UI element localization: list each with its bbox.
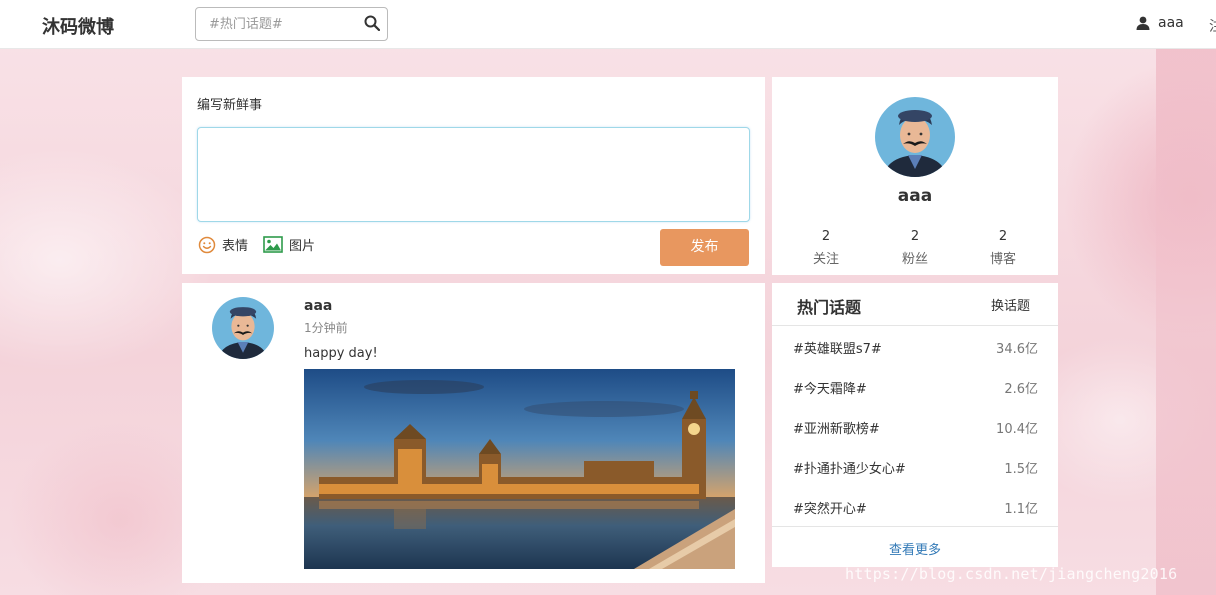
post-image[interactable] [304, 369, 735, 569]
topic-item[interactable]: #亚洲新歌榜# 10.4亿 [772, 406, 1058, 446]
topic-item[interactable]: #突然开心# 1.1亿 [772, 486, 1058, 526]
post-author[interactable]: aaa [304, 298, 332, 314]
stat-count: 2 [821, 229, 831, 244]
topic-name[interactable]: #今天霜降# [793, 378, 867, 397]
stat-label: 博客 [989, 252, 1016, 267]
view-more-link[interactable]: 查看更多 [772, 539, 1058, 558]
post-composer: 编写新鲜事 表情 图片 发布 [182, 77, 765, 274]
city-landmark-photo [304, 369, 735, 569]
search-icon[interactable] [364, 15, 380, 31]
stat-following[interactable]: 2 关注 [796, 229, 856, 267]
picture-icon [263, 236, 283, 253]
stat-label: 关注 [812, 252, 839, 267]
profile-card: aaa 2 关注 2 粉丝 2 博客 [772, 77, 1058, 275]
image-label: 图片 [289, 239, 316, 254]
switch-topics-link[interactable]: 换话题 [991, 295, 1030, 314]
topic-count: 1.1亿 [1004, 502, 1038, 517]
profile-avatar[interactable] [875, 97, 955, 177]
stat-count: 2 [910, 229, 920, 244]
topic-name[interactable]: #扑通扑通少女心# [793, 458, 906, 477]
topic-item[interactable]: #今天霜降# 2.6亿 [772, 366, 1058, 406]
topic-name[interactable]: #突然开心# [793, 498, 867, 517]
avatar-image [875, 97, 955, 177]
image-button[interactable]: 图片 [263, 235, 315, 254]
topic-name[interactable]: #英雄联盟s7# [793, 338, 882, 357]
username-label: aaa [1158, 15, 1184, 31]
post-card: aaa 1分钟前 happy day! [182, 283, 765, 583]
topic-count: 34.6亿 [996, 342, 1038, 357]
composer-title: 编写新鲜事 [197, 98, 263, 113]
top-navbar: 沐码微博 aaa 注 [0, 0, 1216, 49]
publish-button[interactable]: 发布 [660, 229, 749, 266]
nav-extra-link[interactable]: 注 [1209, 16, 1216, 36]
background-decoration [1156, 49, 1216, 595]
topic-count: 10.4亿 [996, 422, 1038, 437]
hot-topics-card: 热门话题 换话题 #英雄联盟s7# 34.6亿 #今天霜降# 2.6亿 #亚洲新… [772, 283, 1058, 567]
stat-blogs[interactable]: 2 博客 [973, 229, 1033, 267]
stat-label: 粉丝 [901, 252, 928, 267]
search-input[interactable] [197, 9, 357, 39]
avatar-image [212, 297, 274, 359]
post-author-avatar[interactable] [212, 297, 274, 359]
hot-topics-footer: 查看更多 [772, 526, 1058, 567]
post-text: happy day! [304, 346, 378, 361]
stat-followers[interactable]: 2 粉丝 [885, 229, 945, 267]
composer-textarea[interactable] [197, 127, 750, 222]
watermark-text: https://blog.csdn.net/jiangcheng2016 [845, 565, 1178, 583]
hot-topics-title: 热门话题 [797, 298, 862, 317]
user-menu-link[interactable]: aaa [1136, 15, 1184, 31]
smiley-icon [198, 236, 216, 253]
topic-item[interactable]: #扑通扑通少女心# 1.5亿 [772, 446, 1058, 486]
emoji-button[interactable]: 表情 [198, 235, 248, 254]
profile-name: aaa [897, 186, 933, 206]
user-icon [1136, 16, 1150, 30]
brand-logo[interactable]: 沐码微博 [42, 13, 114, 39]
stat-count: 2 [998, 229, 1008, 244]
topic-name[interactable]: #亚洲新歌榜# [793, 418, 880, 437]
topic-count: 2.6亿 [1004, 382, 1038, 397]
topic-item[interactable]: #英雄联盟s7# 34.6亿 [772, 326, 1058, 366]
emoji-label: 表情 [222, 239, 249, 254]
hot-topics-header: 热门话题 换话题 [772, 283, 1058, 326]
topic-count: 1.5亿 [1004, 462, 1038, 477]
search-box [195, 7, 388, 41]
post-time: 1分钟前 [304, 321, 348, 335]
